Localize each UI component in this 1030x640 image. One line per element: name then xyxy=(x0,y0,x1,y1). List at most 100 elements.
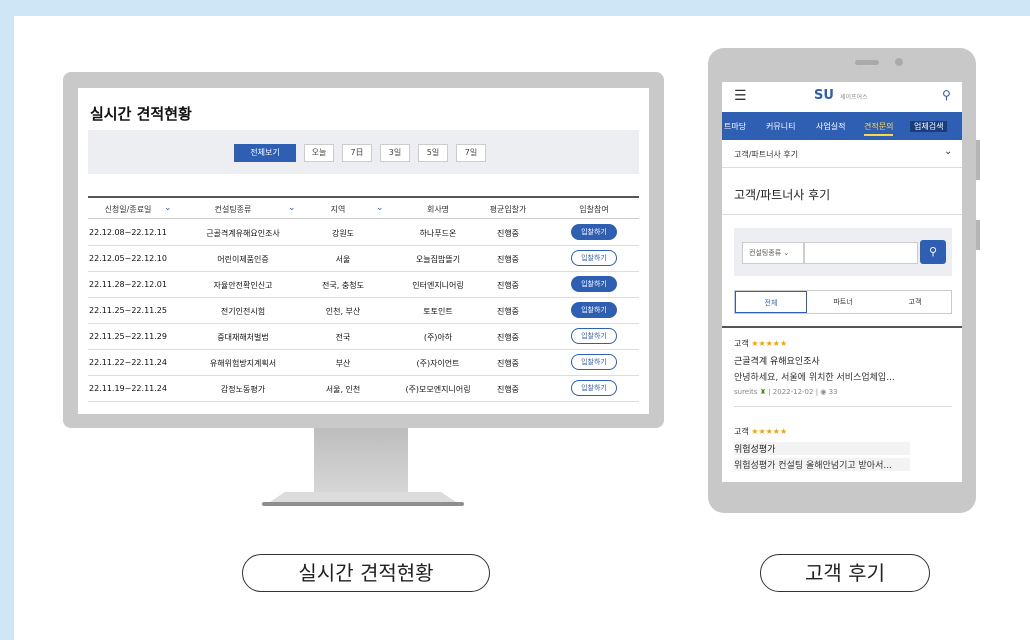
cell-avg: 진행중 xyxy=(496,229,520,238)
search-input[interactable] xyxy=(804,242,918,264)
cell-region: 부산 xyxy=(335,359,351,368)
chevron-down-icon[interactable]: ⌄ xyxy=(288,203,296,213)
monitor-stand-base xyxy=(270,492,456,502)
filter-7days-button[interactable]: 7日 xyxy=(342,144,372,162)
col-region[interactable]: 지역 xyxy=(318,204,358,215)
search-icon: ⚲ xyxy=(928,245,938,258)
logo[interactable]: SU xyxy=(814,88,834,103)
cell-company: 인터엔지니어링 xyxy=(412,281,464,290)
tablet-speaker xyxy=(855,60,879,65)
col-date[interactable]: 신청일/종료일 xyxy=(88,204,168,215)
cell-region: 강원도 xyxy=(331,229,355,238)
cell-company: 토토인트 xyxy=(423,307,453,316)
table-row: 22.11.22~22.11.24 유해위험방지계획서 부산 (주)자이언트 진행중 입찰… xyxy=(88,350,639,376)
cell-date: 22.12.05~22.12.10 xyxy=(89,254,167,263)
caption-customer-review: 고객 후기 xyxy=(760,554,930,592)
table-row: 22.11.25~22.11.29 중대재해처벌법 전국 (주)아하 진행중 입찰하기 xyxy=(88,324,639,350)
review-type: 고객 xyxy=(734,339,749,348)
col-avg-bid: 평균입찰가 xyxy=(489,205,527,214)
cell-avg: 진행중 xyxy=(496,255,520,264)
col-company: 회사명 xyxy=(426,205,450,214)
tablet-side-button xyxy=(976,220,980,250)
bid-button[interactable]: 입찰하기 xyxy=(571,224,617,240)
nav-item[interactable]: 트마당 xyxy=(724,121,746,132)
monitor-stand-foot xyxy=(262,502,464,506)
filter-all-button[interactable]: 전체보기 xyxy=(234,144,296,162)
cell-region: 서울, 인천 xyxy=(325,385,361,394)
bid-button[interactable]: 입찰하기 xyxy=(571,354,617,370)
search-icon[interactable]: ⚲ xyxy=(942,88,951,102)
hamburger-menu-icon[interactable]: ☰ xyxy=(734,88,747,104)
cell-date: 22.11.22~22.11.24 xyxy=(89,358,167,367)
cell-region: 인천, 부산 xyxy=(325,307,361,316)
review-author: sureits xyxy=(734,388,758,396)
cell-type: 어린이제품인증 xyxy=(217,255,269,264)
review-item[interactable]: 고객 ★★★★★ 위험성평가 위험성평가 컨설팅 올해안넘기고 받아서... xyxy=(734,426,952,471)
cell-date: 22.11.25~22.11.29 xyxy=(89,332,167,341)
eye-icon: ◉ xyxy=(820,388,827,396)
chevron-down-icon[interactable]: ⌄ xyxy=(164,203,172,213)
filter-7day-button[interactable]: 7일 xyxy=(456,144,486,162)
search-box: 컨설팅종류 ⌄ ⚲ xyxy=(734,228,952,276)
tab-all[interactable]: 전체 xyxy=(735,291,807,313)
col-type[interactable]: 컨설팅종류 xyxy=(188,204,278,215)
star-rating: ★★★★★ xyxy=(751,339,788,348)
bid-button[interactable]: 입찰하기 xyxy=(571,328,617,344)
chevron-down-icon: ⌄ xyxy=(944,146,953,157)
bid-button[interactable]: 입찰하기 xyxy=(571,276,617,292)
review-item[interactable]: 고객 ★★★★★ 근골격계 유해요인조사 안녕하세요, 서울에 위치한 서비스업… xyxy=(734,338,952,407)
bid-button[interactable]: 입찰하기 xyxy=(571,302,617,318)
cell-company: (주)자이언트 xyxy=(416,359,460,368)
table-row: 22.12.08~22.12.11 근골격계유해요인조사 강원도 하나푸드온 진행중 입찰… xyxy=(88,220,639,246)
cell-avg: 진행중 xyxy=(496,359,520,368)
logo-subtitle: 세이프어스 xyxy=(840,94,868,101)
cell-company: 오늘집밥뜰기 xyxy=(415,255,461,264)
cell-type: 유해위험방지계획서 xyxy=(209,359,277,368)
review-title: 위험성평가 xyxy=(734,442,910,455)
filter-3days-button[interactable]: 3일 xyxy=(380,144,410,162)
table-row: 22.12.05~22.12.10 어린이제품인증 서울 오늘집밥뜰기 진행중 입찰하기 xyxy=(88,246,639,272)
cell-type: 감정노동평가 xyxy=(220,385,266,394)
type-select-value: 컨설팅종류 xyxy=(749,249,782,257)
cell-avg: 진행중 xyxy=(496,333,520,342)
nav-item[interactable]: 커뮤니티 xyxy=(766,121,795,132)
filter-today-button[interactable]: 오늘 xyxy=(304,144,334,162)
tablet-side-button xyxy=(976,140,980,180)
table-row: 22.11.28~22.12.01 자율안전확인신고 전국, 충청도 인터엔지니어링 진… xyxy=(88,272,639,298)
cell-date: 22.12.08~22.12.11 xyxy=(89,228,167,237)
cell-type: 자율안전확인신고 xyxy=(213,281,273,290)
review-excerpt: 위험성평가 컨설팅 올해안넘기고 받아서... xyxy=(734,458,910,471)
page-heading: 고객/파트너사 후기 xyxy=(734,188,831,202)
cell-date: 22.11.19~22.11.24 xyxy=(89,384,167,393)
filter-5days-button[interactable]: 5일 xyxy=(418,144,448,162)
monitor-stand xyxy=(314,428,408,492)
chevron-down-icon[interactable]: ⌄ xyxy=(376,203,384,213)
bid-button[interactable]: 입찰하기 xyxy=(571,380,617,396)
tablet-camera xyxy=(895,58,903,66)
tab-partner[interactable]: 파트너 xyxy=(807,291,879,313)
cell-type: 전기인전시험 xyxy=(220,307,266,316)
mobile-header: ☰ SU 세이프어스 ⚲ xyxy=(722,82,962,112)
nav-item[interactable]: 업체검색 xyxy=(910,121,948,132)
review-title: 근골격계 유해요인조사 xyxy=(734,357,820,367)
nav-item-active[interactable]: 견적문의 xyxy=(864,121,894,136)
col-bid-participate: 입찰참여 xyxy=(579,205,609,214)
divider xyxy=(734,406,952,407)
divider xyxy=(722,214,962,215)
tab-customer[interactable]: 고객 xyxy=(879,291,951,313)
breadcrumb: 고객/파트너사 후기 xyxy=(734,150,799,159)
cell-avg: 진행중 xyxy=(496,385,520,394)
divider xyxy=(722,326,962,328)
cell-company: (주)아하 xyxy=(423,333,453,342)
bid-button[interactable]: 입찰하기 xyxy=(571,250,617,266)
badge-icon: ♜ xyxy=(759,388,766,396)
date-filter-bar: 전체보기 오늘 7日 3일 5일 7일 xyxy=(88,130,639,174)
type-select[interactable]: 컨설팅종류 ⌄ xyxy=(742,242,804,264)
caption-realtime-quote: 실시간 견적현황 xyxy=(242,554,490,592)
nav-item[interactable]: 사업실적 xyxy=(816,121,845,132)
breadcrumb-select[interactable]: 고객/파트너사 후기 ⌄ xyxy=(722,140,962,168)
mobile-nav: 트마당 커뮤니티 사업실적 견적문의 업체검색 xyxy=(722,112,962,140)
search-button[interactable]: ⚲ xyxy=(920,240,946,264)
table-row: 22.11.19~22.11.24 감정노동평가 서울, 인천 (주)모모엔지니어링 진… xyxy=(88,376,639,402)
cell-date: 22.11.25~22.11.25 xyxy=(89,306,167,315)
